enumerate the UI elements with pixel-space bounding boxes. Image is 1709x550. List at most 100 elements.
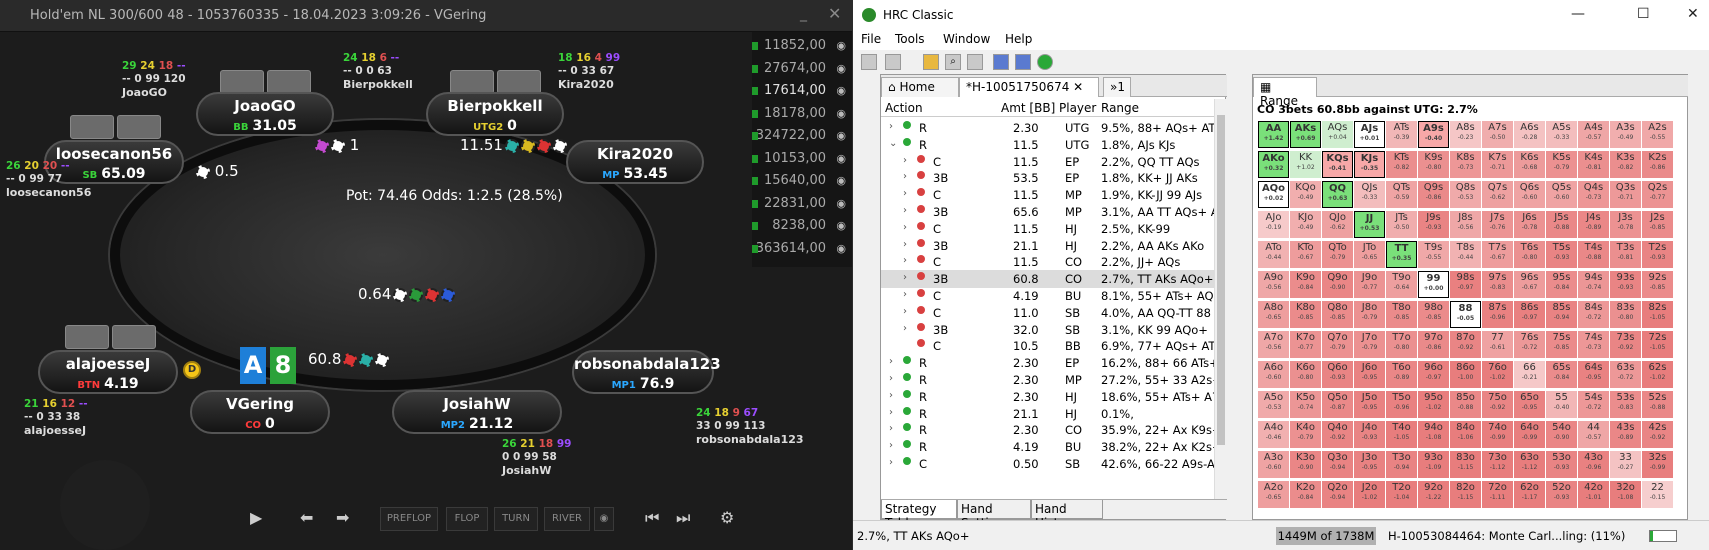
expand-icon[interactable]: › — [903, 306, 907, 317]
range-cell[interactable]: 42s -0.92 — [1642, 421, 1673, 448]
menu-help[interactable]: Help — [1005, 32, 1032, 46]
range-cell[interactable]: KTs -0.82 — [1386, 151, 1417, 178]
range-cell[interactable]: KTo -0.67 — [1290, 241, 1321, 268]
flop-button[interactable]: FLOP — [446, 507, 488, 531]
range-cell[interactable]: 76o -1.02 — [1482, 361, 1513, 388]
range-cell[interactable]: A3o -0.60 — [1258, 451, 1289, 478]
table-row[interactable]: › 3B 21.1 HJ 2.2%, AA AKs AKo — [881, 237, 1214, 255]
range-cell[interactable]: A4s -0.57 — [1578, 121, 1609, 148]
range-cell[interactable]: TT +0.35 — [1386, 241, 1417, 268]
range-cell[interactable]: T4o -1.05 — [1386, 421, 1417, 448]
copy-icon[interactable] — [967, 54, 983, 70]
range-cell[interactable]: 82s -1.05 — [1642, 301, 1673, 328]
maximize-icon[interactable]: ☐ — [1637, 6, 1650, 22]
range-cell[interactable]: 75s -0.85 — [1546, 331, 1577, 358]
expand-icon[interactable]: › — [889, 407, 893, 418]
range-cell[interactable]: 84o -1.06 — [1450, 421, 1481, 448]
range-cell[interactable]: K6s -0.68 — [1514, 151, 1545, 178]
range-cell[interactable]: T3s -0.81 — [1610, 241, 1641, 268]
range-cell[interactable]: K2s -0.86 — [1642, 151, 1673, 178]
table-row[interactable]: C 10.5 BB 6.9%, 77+ AQs+ ATs- — [881, 337, 1214, 355]
table-row[interactable]: ⌄ R 11.5 UTG 1.8%, AJs KJs — [881, 136, 1214, 154]
settings-icon[interactable]: ⚙ — [720, 508, 734, 527]
range-cell[interactable]: QJo -0.62 — [1322, 211, 1353, 238]
range-cell[interactable]: K3s -0.82 — [1610, 151, 1641, 178]
range-cell[interactable]: 76s -0.72 — [1514, 331, 1545, 358]
range-cell[interactable]: 54o -0.90 — [1546, 421, 1577, 448]
range-cell[interactable]: 73s -0.92 — [1610, 331, 1641, 358]
range-cell[interactable]: K6o -0.80 — [1290, 361, 1321, 388]
range-cell[interactable]: T8s -0.44 — [1450, 241, 1481, 268]
range-cell[interactable]: J8o -0.79 — [1354, 301, 1385, 328]
range-cell[interactable]: 95o -1.02 — [1418, 391, 1449, 418]
range-cell[interactable]: Q6s -0.60 — [1514, 181, 1545, 208]
expand-icon[interactable]: › — [889, 390, 893, 401]
player-seat-bierpokkell[interactable]: Bierpokkell UTG2 0 — [426, 92, 564, 136]
table-row[interactable]: › R 4.19 BU 38.2%, 22+ Ax K2s+ I — [881, 438, 1214, 456]
range-cell[interactable]: 96o -0.97 — [1418, 361, 1449, 388]
eye-icon[interactable]: ◉ — [836, 235, 846, 263]
range-cell[interactable]: J5o -0.95 — [1354, 391, 1385, 418]
table-row[interactable]: › C 11.5 CO 2.2%, JJ+ AQs — [881, 253, 1214, 271]
range-cell[interactable]: 88 -0.05 — [1450, 301, 1481, 328]
range-cell[interactable]: A9s -0.40 — [1418, 121, 1449, 148]
memory-indicator[interactable]: 1449M of 1738M — [1276, 527, 1376, 545]
range-cell[interactable]: Q6o -0.93 — [1322, 361, 1353, 388]
range-cell[interactable]: 65o -0.95 — [1514, 391, 1545, 418]
table-row[interactable]: › C 11.5 HJ 2.5%, KK-99 — [881, 220, 1214, 238]
col-player[interactable]: Player — [1059, 101, 1096, 115]
range-cell[interactable]: 73o -1.12 — [1482, 451, 1513, 478]
range-cell[interactable]: QJs -0.33 — [1354, 181, 1385, 208]
range-cell[interactable]: K4o -0.79 — [1290, 421, 1321, 448]
range-cell[interactable]: KK +1.02 — [1290, 151, 1321, 178]
run-icon[interactable] — [1037, 54, 1053, 70]
range-cell[interactable]: 94o -1.08 — [1418, 421, 1449, 448]
range-cell[interactable]: 85s -0.94 — [1546, 301, 1577, 328]
range-cell[interactable]: 22 -0.15 — [1642, 481, 1673, 508]
range-cell[interactable]: A6s -0.28 — [1514, 121, 1545, 148]
range-cell[interactable]: A6o -0.60 — [1258, 361, 1289, 388]
range-cell[interactable]: 93o -1.09 — [1418, 451, 1449, 478]
range-cell[interactable]: QQ +0.63 — [1322, 181, 1353, 208]
range-cell[interactable]: 97s -0.83 — [1482, 271, 1513, 298]
player-seat-robsonabdala123[interactable]: robsonabdala123 MP1 76.9 — [572, 350, 721, 394]
scrollbar-thumb[interactable] — [1217, 115, 1225, 445]
range-cell[interactable]: Q9o -0.90 — [1322, 271, 1353, 298]
range-cell[interactable]: KQs -0.41 — [1322, 151, 1353, 178]
range-cell[interactable]: 95s -0.84 — [1546, 271, 1577, 298]
table-row[interactable]: › R 2.30 CO 35.9%, 22+ Ax K9s+ I — [881, 421, 1214, 439]
range-cell[interactable]: J7o -0.79 — [1354, 331, 1385, 358]
player-seat-josiahw[interactable]: JosiahW MP2 21.12 — [392, 390, 562, 434]
table-row[interactable]: › C 11.0 SB 4.0%, AA QQ-TT 88 A — [881, 304, 1214, 322]
range-cell[interactable]: 63o -1.12 — [1514, 451, 1545, 478]
range-cell[interactable]: A7s -0.50 — [1482, 121, 1513, 148]
range-cell[interactable]: 32o -1.08 — [1610, 481, 1641, 508]
range-cell[interactable]: A8s -0.23 — [1450, 121, 1481, 148]
expand-icon[interactable]: › — [903, 272, 907, 283]
turn-button[interactable]: TURN — [494, 507, 538, 531]
range-cell[interactable]: 52s -0.88 — [1642, 391, 1673, 418]
expand-icon[interactable]: › — [903, 323, 907, 334]
range-cell[interactable]: J9o -0.77 — [1354, 271, 1385, 298]
range-cell[interactable]: 53o -0.93 — [1546, 451, 1577, 478]
table-row[interactable]: › C 11.5 MP 1.9%, KK-JJ 99 AJs — [881, 186, 1214, 204]
range-cell[interactable]: K9o -0.84 — [1290, 271, 1321, 298]
range-cell[interactable]: K8o -0.85 — [1290, 301, 1321, 328]
range-cell[interactable]: ATs -0.39 — [1386, 121, 1417, 148]
expand-icon[interactable]: › — [903, 155, 907, 166]
range-cell[interactable]: 74o -0.99 — [1482, 421, 1513, 448]
table-row[interactable]: › C 4.19 BU 8.1%, 55+ ATs+ AQo- — [881, 287, 1214, 305]
eye-icon[interactable]: ◉ — [594, 507, 614, 531]
range-cell[interactable]: 72s -1.05 — [1642, 331, 1673, 358]
range-cell[interactable]: A5o -0.53 — [1258, 391, 1289, 418]
expand-icon[interactable]: › — [889, 373, 893, 384]
range-cell[interactable]: 62s -1.02 — [1642, 361, 1673, 388]
range-cell[interactable]: Q3s -0.71 — [1610, 181, 1641, 208]
range-cell[interactable]: 75o -0.92 — [1482, 391, 1513, 418]
col-range[interactable]: Range — [1101, 101, 1139, 115]
range-cell[interactable]: Q4o -0.92 — [1322, 421, 1353, 448]
open-icon[interactable] — [923, 54, 939, 70]
expand-icon[interactable]: › — [903, 222, 907, 233]
col-amt[interactable]: Amt [BB] — [1001, 101, 1055, 115]
range-cell[interactable]: Q5o -0.87 — [1322, 391, 1353, 418]
